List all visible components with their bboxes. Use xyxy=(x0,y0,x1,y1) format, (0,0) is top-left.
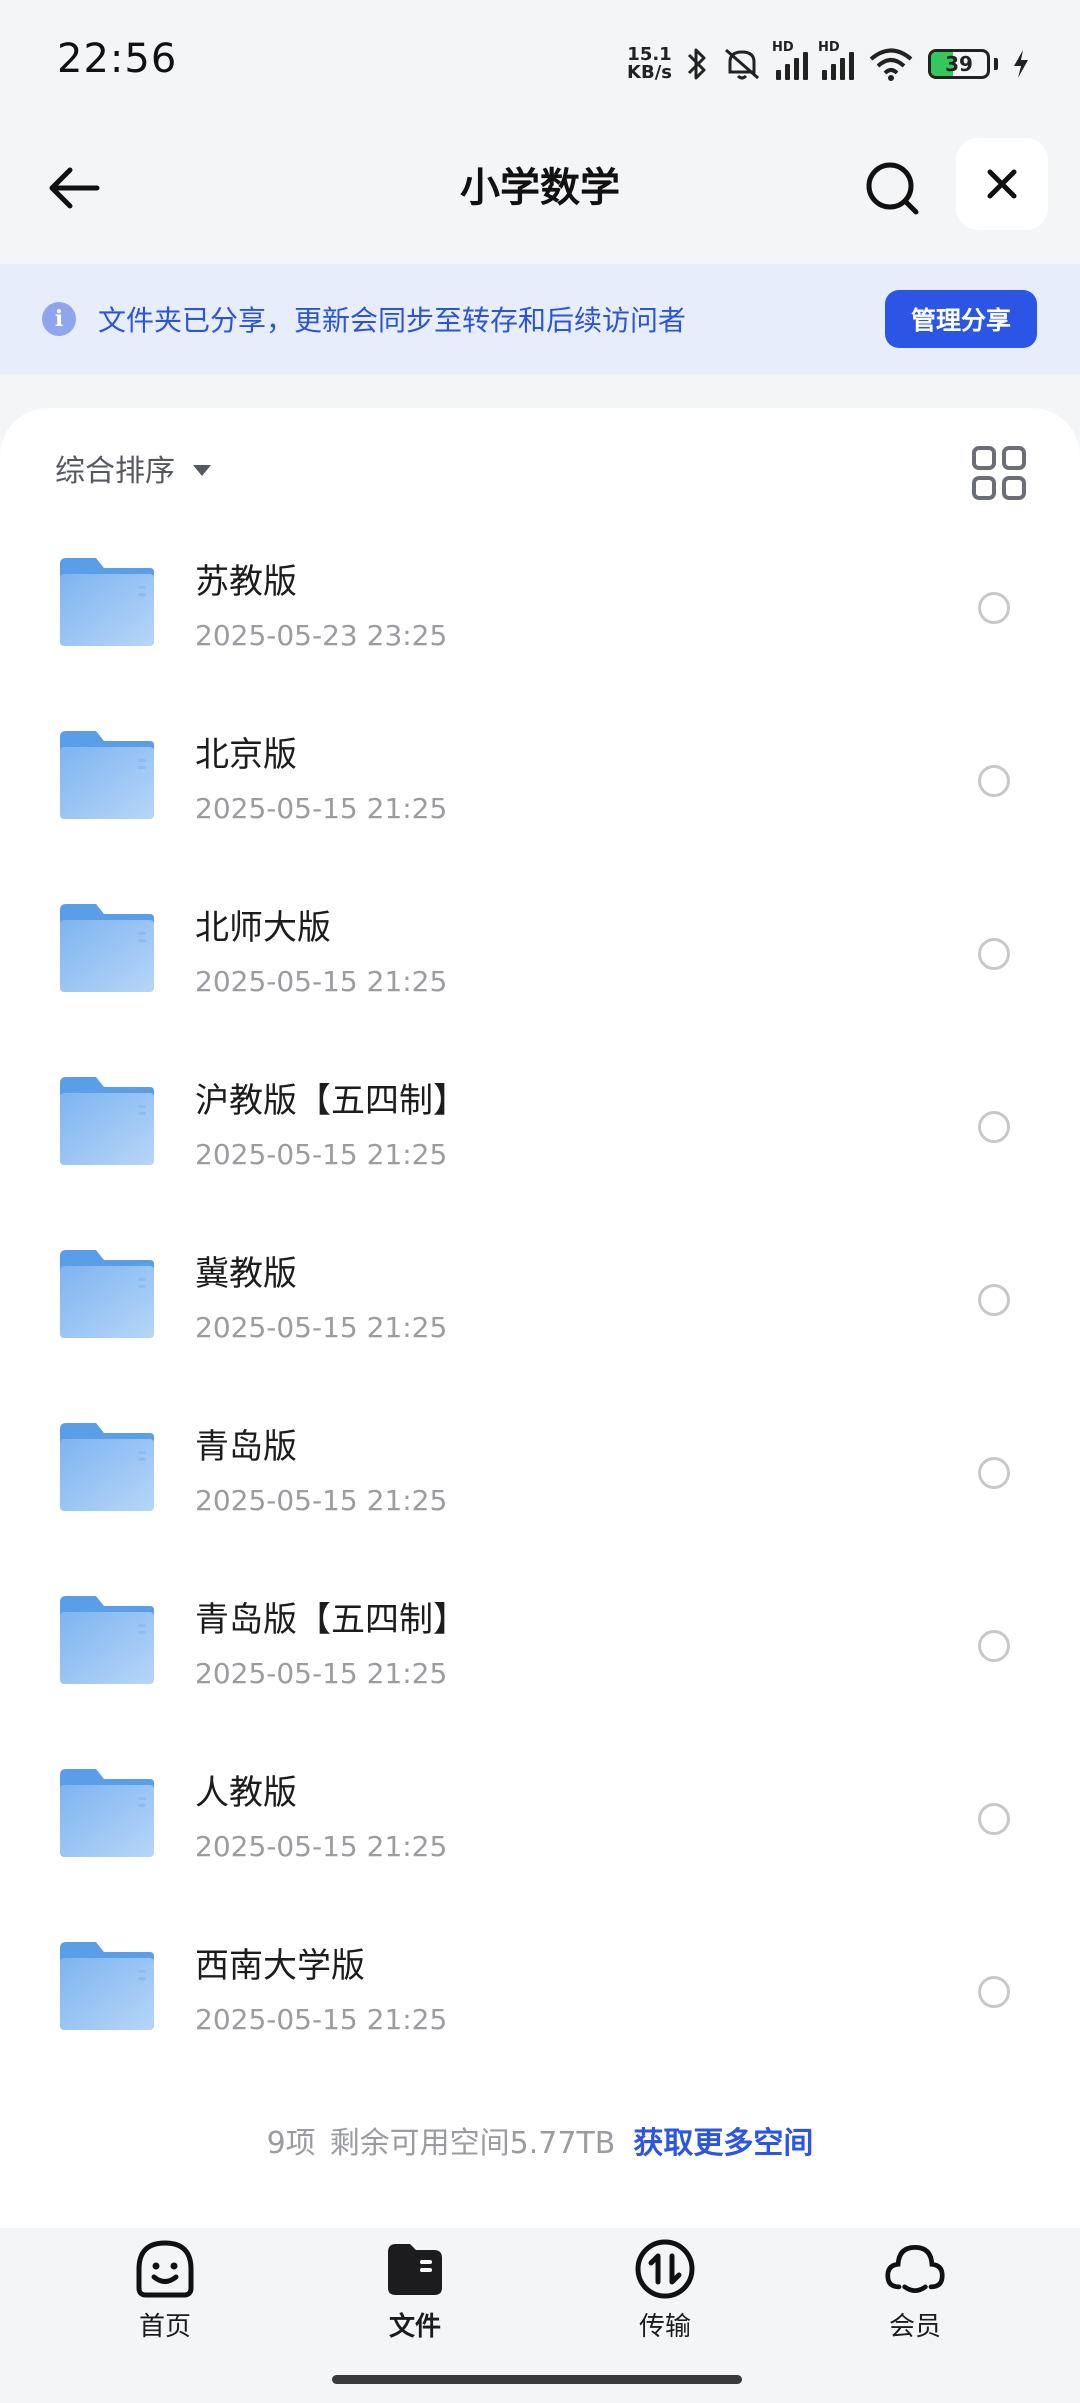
file-row[interactable]: 沪教版【五四制】 2025-05-15 21:25 xyxy=(0,1045,1080,1218)
select-checkbox[interactable] xyxy=(978,1803,1010,1835)
mute-icon xyxy=(725,48,759,80)
file-date: 2025-05-15 21:25 xyxy=(195,1311,448,1344)
member-cloud-icon xyxy=(884,2238,946,2300)
select-checkbox[interactable] xyxy=(978,938,1010,970)
search-button[interactable] xyxy=(858,154,926,222)
signal-icon: HD xyxy=(818,40,854,80)
grid-view-icon[interactable] xyxy=(972,446,1026,500)
signal-icon: HD xyxy=(772,40,808,80)
file-name: 沪教版【五四制】 xyxy=(195,1081,467,1121)
folder-icon xyxy=(58,1940,156,2032)
select-checkbox[interactable] xyxy=(978,592,1010,624)
folder-icon xyxy=(58,1248,156,1340)
wifi-icon xyxy=(869,48,913,81)
status-icons: 15.1 KB/s HD HD 39 xyxy=(627,40,1030,88)
close-button[interactable] xyxy=(956,138,1048,230)
folder-icon xyxy=(58,902,156,994)
nav-label-transfer: 传输 xyxy=(638,2312,691,2342)
folder-icon xyxy=(58,1421,156,1513)
file-row[interactable]: 苏教版 2025-05-23 23:25 xyxy=(0,526,1080,699)
file-date: 2025-05-23 23:25 xyxy=(195,619,448,652)
file-row[interactable]: 冀教版 2025-05-15 21:25 xyxy=(0,1218,1080,1391)
item-count: 9项 xyxy=(266,2126,316,2161)
remaining-space: 剩余可用空间5.77TB xyxy=(329,2126,616,2161)
file-name: 苏教版 xyxy=(195,562,297,602)
nav-label-files: 文件 xyxy=(388,2312,441,2342)
share-banner-text: 文件夹已分享，更新会同步至转存和后续访问者 xyxy=(98,304,687,337)
battery-icon: 39 xyxy=(928,49,990,79)
file-name: 冀教版 xyxy=(195,1254,297,1294)
sort-dropdown[interactable]: 综合排序 xyxy=(55,446,211,490)
file-name: 西南大学版 xyxy=(195,1946,365,1986)
select-checkbox[interactable] xyxy=(978,1111,1010,1143)
file-date: 2025-05-15 21:25 xyxy=(195,792,448,825)
nav-item-member[interactable]: 会员 xyxy=(855,2238,975,2348)
file-row[interactable]: 青岛版 2025-05-15 21:25 xyxy=(0,1391,1080,1564)
storage-footer: 9项 剩余可用空间5.77TB 获取更多空间 xyxy=(0,2118,1080,2162)
sort-label: 综合排序 xyxy=(55,454,175,489)
nav-item-home[interactable]: 首页 xyxy=(105,2238,225,2348)
file-row[interactable]: 人教版 2025-05-15 21:25 xyxy=(0,1737,1080,1910)
folder-icon xyxy=(58,1767,156,1859)
folder-icon xyxy=(58,1594,156,1686)
select-checkbox[interactable] xyxy=(978,1457,1010,1489)
file-name: 青岛版【五四制】 xyxy=(195,1600,467,1640)
charging-icon xyxy=(1014,50,1028,78)
bottom-nav: 首页 文件 传输 会员 xyxy=(0,2228,1080,2403)
search-icon xyxy=(866,162,919,215)
file-date: 2025-05-15 21:25 xyxy=(195,1657,448,1690)
share-banner: i 文件夹已分享，更新会同步至转存和后续访问者 管理分享 xyxy=(0,264,1080,374)
file-date: 2025-05-15 21:25 xyxy=(195,1484,448,1517)
bluetooth-icon xyxy=(687,48,706,80)
file-name: 北师大版 xyxy=(195,908,331,948)
file-name: 人教版 xyxy=(195,1773,297,1813)
file-date: 2025-05-15 21:25 xyxy=(195,965,448,998)
file-date: 2025-05-15 21:25 xyxy=(195,1138,448,1171)
transfer-icon xyxy=(634,2238,696,2300)
network-speed: 15.1 KB/s xyxy=(627,46,672,82)
folder-icon xyxy=(58,729,156,821)
battery-level: 39 xyxy=(945,52,973,76)
status-time: 22:56 xyxy=(57,36,178,82)
file-row[interactable]: 青岛版【五四制】 2025-05-15 21:25 xyxy=(0,1564,1080,1737)
home-smiley-icon xyxy=(134,2238,196,2300)
manage-share-button[interactable]: 管理分享 xyxy=(885,290,1037,348)
battery-tip xyxy=(994,58,998,70)
page: 22:56 15.1 KB/s HD HD 39 小学数学 i 文件夹已分享，更… xyxy=(0,0,1080,2403)
folder-icon xyxy=(58,1075,156,1167)
select-checkbox[interactable] xyxy=(978,1976,1010,2008)
info-icon: i xyxy=(42,302,76,336)
file-name: 北京版 xyxy=(195,735,297,775)
nav-label-member: 会员 xyxy=(888,2312,941,2342)
status-bar: 22:56 15.1 KB/s HD HD 39 xyxy=(0,0,1080,128)
folder-icon xyxy=(58,556,156,648)
home-indicator xyxy=(332,2375,742,2384)
files-folder-icon xyxy=(384,2238,446,2300)
nav-label-home: 首页 xyxy=(138,2312,191,2342)
get-more-space-link[interactable]: 获取更多空间 xyxy=(633,2126,813,2161)
close-icon xyxy=(987,169,1017,199)
caret-down-icon xyxy=(193,464,211,476)
select-checkbox[interactable] xyxy=(978,765,1010,797)
file-date: 2025-05-15 21:25 xyxy=(195,1830,448,1863)
header: 小学数学 xyxy=(0,128,1080,264)
nav-item-transfer[interactable]: 传输 xyxy=(605,2238,725,2348)
file-list: 苏教版 2025-05-23 23:25 北京版 2025-05-15 21:25 北师… xyxy=(0,526,1080,2083)
file-date: 2025-05-15 21:25 xyxy=(195,2003,448,2036)
file-row[interactable]: 西南大学版 2025-05-15 21:25 xyxy=(0,1910,1080,2083)
file-row[interactable]: 北师大版 2025-05-15 21:25 xyxy=(0,872,1080,1045)
file-list-panel: 综合排序 苏教版 2025-05-23 23:25 北京版 2025-05-15 21… xyxy=(0,408,1080,2228)
file-name: 青岛版 xyxy=(195,1427,297,1467)
network-speed-unit: KB/s xyxy=(627,62,672,83)
select-checkbox[interactable] xyxy=(978,1284,1010,1316)
select-checkbox[interactable] xyxy=(978,1630,1010,1662)
sort-toolbar: 综合排序 xyxy=(0,408,1080,526)
file-row[interactable]: 北京版 2025-05-15 21:25 xyxy=(0,699,1080,872)
nav-item-files[interactable]: 文件 xyxy=(355,2238,475,2348)
